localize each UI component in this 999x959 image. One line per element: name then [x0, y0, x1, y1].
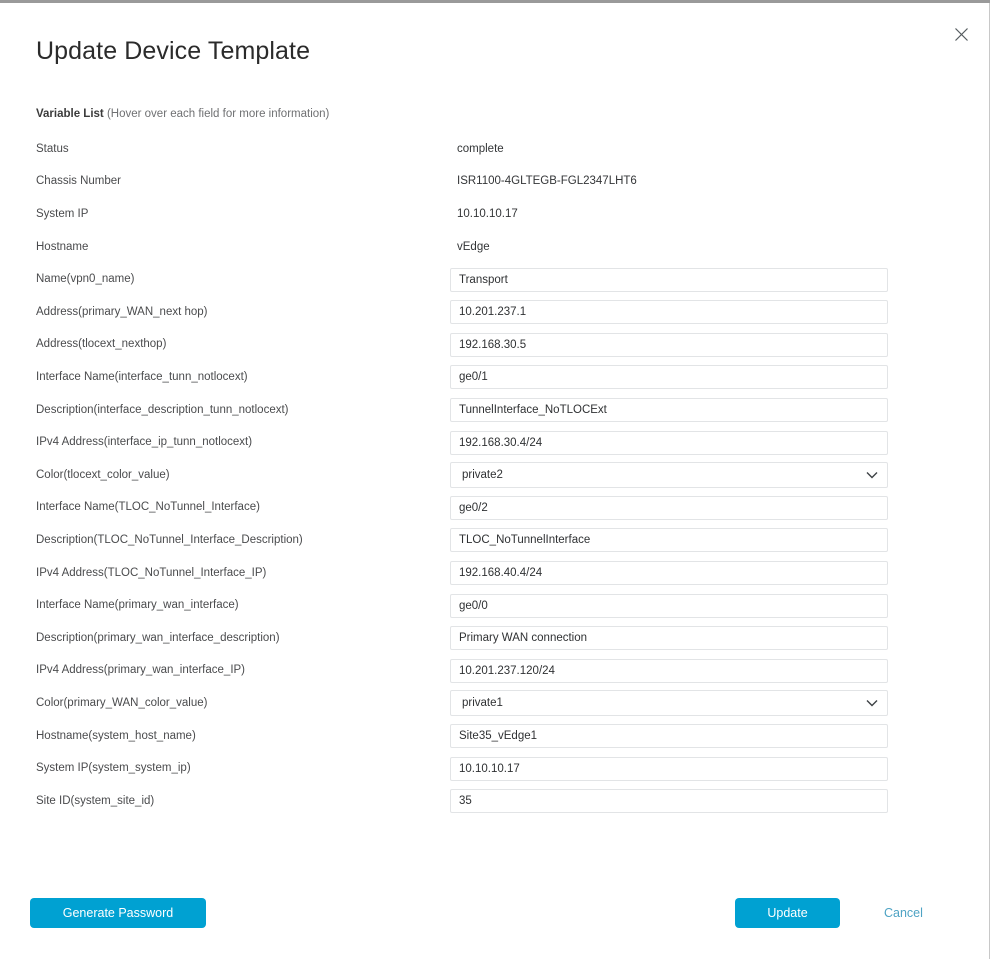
field-label: Name(vpn0_name)	[36, 273, 135, 286]
form-row: Interface Name(interface_tunn_notlocext)	[0, 361, 989, 394]
field-label: Status	[36, 142, 69, 155]
form-row: Interface Name(TLOC_NoTunnel_Interface)	[0, 492, 989, 525]
field-input[interactable]	[450, 300, 888, 325]
field-label: Description(primary_wan_interface_descri…	[36, 631, 280, 644]
variable-list-heading: Variable List (Hover over each field for…	[36, 107, 329, 122]
variable-list-hint: (Hover over each field for more informat…	[103, 108, 330, 120]
field-label: Description(TLOC_NoTunnel_Interface_Desc…	[36, 533, 303, 546]
field-label: Hostname(system_host_name)	[36, 729, 196, 742]
update-button[interactable]: Update	[735, 898, 840, 928]
field-label: IPv4 Address(TLOC_NoTunnel_Interface_IP)	[36, 566, 267, 579]
field-input[interactable]	[450, 658, 888, 683]
field-label: Interface Name(interface_tunn_notlocext)	[36, 370, 248, 383]
form-row: System IP 10.10.10.17	[0, 198, 989, 231]
form-row: Address(tlocext_nexthop)	[0, 329, 989, 362]
form-row: Description(TLOC_NoTunnel_Interface_Desc…	[0, 524, 989, 557]
field-select[interactable]: private1	[450, 690, 888, 717]
field-label: Description(interface_description_tunn_n…	[36, 403, 289, 416]
chevron-down-icon[interactable]	[866, 471, 878, 479]
field-label: System IP	[36, 208, 89, 221]
page-title: Update Device Template	[36, 37, 311, 65]
form-row: IPv4 Address(interface_ip_tunn_notlocext…	[0, 426, 989, 459]
field-value-readonly: ISR1100-4GLTEGB-FGL2347LHT6	[457, 175, 637, 188]
form-row: Chassis Number ISR1100-4GLTEGB-FGL2347LHT…	[0, 166, 989, 199]
field-label: Site ID(system_site_id)	[36, 794, 155, 807]
generate-password-button[interactable]: Generate Password	[30, 898, 206, 928]
field-input[interactable]	[450, 495, 888, 520]
field-input[interactable]	[450, 398, 888, 423]
field-label: Color(primary_WAN_color_value)	[36, 696, 208, 709]
field-label: System IP(system_system_ip)	[36, 762, 191, 775]
field-input[interactable]	[450, 626, 888, 651]
form-row: Name(vpn0_name)	[0, 263, 989, 296]
form-row: Color(primary_WAN_color_value) private1	[0, 687, 989, 720]
chevron-down-icon[interactable]	[866, 699, 878, 707]
form-row: Hostname vEdge	[0, 231, 989, 264]
form-row: Hostname(system_host_name)	[0, 720, 989, 753]
field-label: Address(tlocext_nexthop)	[36, 338, 167, 351]
update-device-template-screen: Update Device Template Variable List (Ho…	[0, 0, 999, 959]
close-icon[interactable]	[948, 21, 974, 47]
form-row: IPv4 Address(TLOC_NoTunnel_Interface_IP)	[0, 557, 989, 590]
field-input[interactable]	[450, 723, 888, 748]
field-input[interactable]	[450, 593, 888, 618]
form-row: IPv4 Address(primary_wan_interface_IP)	[0, 655, 989, 688]
form-row: Interface Name(primary_wan_interface)	[0, 589, 989, 622]
field-label: Color(tlocext_color_value)	[36, 468, 170, 481]
field-select[interactable]: private2	[450, 462, 888, 489]
form-row: Address(primary_WAN_next hop)	[0, 296, 989, 329]
select-selected-value: private2	[462, 469, 503, 482]
field-input[interactable]	[450, 430, 888, 455]
field-value-readonly: vEdge	[457, 240, 490, 253]
field-label: IPv4 Address(interface_ip_tunn_notlocext…	[36, 436, 253, 449]
select-selected-value: private1	[462, 697, 503, 710]
form-row: Site ID(system_site_id)	[0, 785, 989, 818]
update-device-template-dialog: Update Device Template Variable List (Ho…	[0, 3, 989, 959]
variable-list-form: Status complete Chassis Number ISR1100-4GLT…	[0, 133, 989, 817]
field-label: Address(primary_WAN_next hop)	[36, 305, 208, 318]
field-label: Interface Name(TLOC_NoTunnel_Interface)	[36, 501, 260, 514]
form-row: Description(primary_wan_interface_descri…	[0, 622, 989, 655]
variable-list-label: Variable List	[36, 108, 104, 120]
form-row: System IP(system_system_ip)	[0, 752, 989, 785]
field-input[interactable]	[450, 332, 888, 357]
field-label: Hostname	[36, 240, 89, 253]
field-value-readonly: complete	[457, 142, 504, 155]
cancel-button[interactable]: Cancel	[884, 898, 923, 928]
field-label: IPv4 Address(primary_wan_interface_IP)	[36, 664, 246, 677]
field-input[interactable]	[450, 789, 888, 814]
field-input[interactable]	[450, 561, 888, 586]
field-input[interactable]	[450, 756, 888, 781]
field-input[interactable]	[450, 267, 888, 292]
select-control[interactable]: private2	[450, 462, 888, 489]
form-row: Color(tlocext_color_value) private2	[0, 459, 989, 492]
form-row: Description(interface_description_tunn_n…	[0, 394, 989, 427]
field-input[interactable]	[450, 528, 888, 553]
form-row: Status complete	[0, 133, 989, 166]
select-control[interactable]: private1	[450, 690, 888, 717]
field-value-readonly: 10.10.10.17	[457, 208, 518, 221]
dialog-footer: Generate Password Update Cancel	[0, 896, 989, 936]
page-background	[990, 0, 999, 959]
field-input[interactable]	[450, 365, 888, 390]
field-label: Chassis Number	[36, 175, 121, 188]
field-label: Interface Name(primary_wan_interface)	[36, 599, 239, 612]
